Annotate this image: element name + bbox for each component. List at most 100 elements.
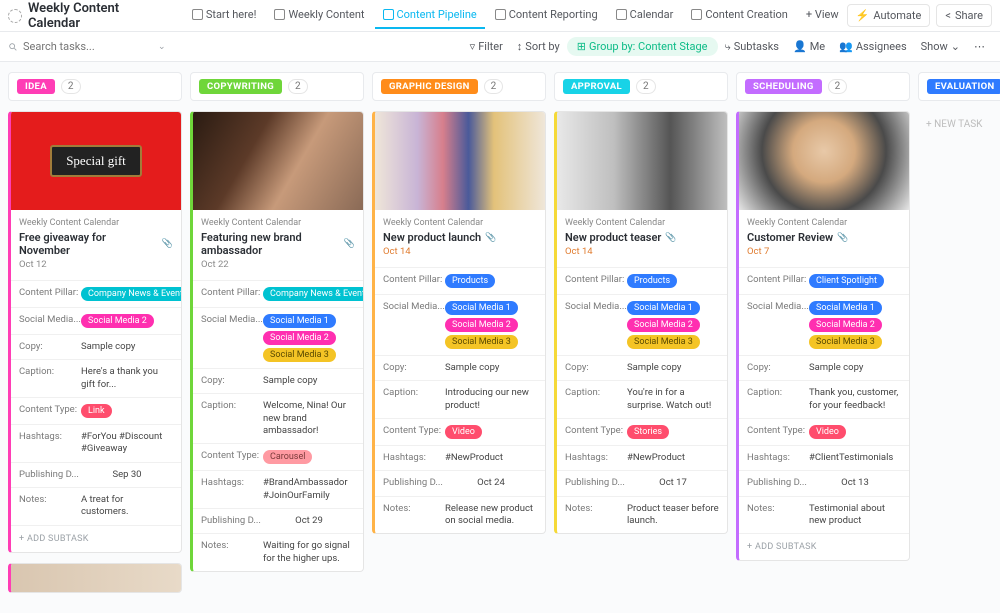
- card-title: Featuring new brand ambassador: [201, 231, 340, 257]
- column-copywriting: COPYWRITING 2 Weekly Content Calendar Fe…: [190, 72, 364, 603]
- field-value: Release new product on social media.: [445, 503, 537, 528]
- tab-content-reporting[interactable]: Content Reporting: [487, 2, 606, 29]
- stage-label: GRAPHIC DESIGN: [381, 79, 478, 94]
- field-value: Oct 24: [445, 477, 537, 489]
- card-thumbnail: [557, 112, 727, 210]
- card-date: Oct 7: [747, 246, 901, 257]
- field-label: Content Pillar:: [383, 274, 445, 286]
- field-label: Copy:: [565, 362, 627, 374]
- field-label: Hashtags:: [19, 431, 81, 443]
- task-card[interactable]: [8, 563, 182, 593]
- field-value: #ForYou #Discount #Giveaway: [81, 431, 173, 456]
- card-date: Oct 12: [19, 259, 173, 270]
- task-card[interactable]: Weekly Content Calendar Customer Review📎…: [736, 111, 910, 561]
- tab-content-pipeline[interactable]: Content Pipeline: [375, 2, 485, 29]
- add-subtask-button[interactable]: + ADD SUBTASK: [739, 533, 909, 560]
- stage-count: 2: [828, 79, 848, 94]
- task-card[interactable]: Weekly Content Calendar Featuring new br…: [190, 111, 364, 572]
- chevron-down-icon: ⌄: [951, 40, 960, 53]
- field-label: Social Media...: [565, 301, 627, 313]
- task-card[interactable]: Weekly Content Calendar New product teas…: [554, 111, 728, 534]
- assignees-button[interactable]: 👥Assignees: [832, 37, 914, 56]
- field-label: Content Type:: [201, 450, 263, 462]
- field-value: Oct 17: [627, 477, 719, 489]
- attachment-icon: 📎: [485, 233, 496, 243]
- more-button[interactable]: ⋯: [967, 37, 992, 56]
- card-date: Oct 14: [383, 246, 537, 257]
- tab-content-creation[interactable]: Content Creation: [683, 2, 796, 29]
- column-header[interactable]: IDEA 2: [8, 72, 182, 101]
- list-icon: [274, 9, 285, 20]
- tab-weekly-content[interactable]: Weekly Content: [266, 2, 372, 29]
- attachment-icon: 📎: [162, 239, 173, 249]
- tab-calendar[interactable]: Calendar: [608, 2, 682, 29]
- group-by-button[interactable]: ⊞Group by: Content Stage: [567, 37, 718, 56]
- column-header[interactable]: GRAPHIC DESIGN 2: [372, 72, 546, 101]
- column-header[interactable]: EVALUATION 0: [918, 72, 1000, 101]
- field-label: Copy:: [201, 375, 263, 387]
- pill-sm2: Social Media 2: [81, 314, 154, 328]
- field-label: Hashtags:: [565, 452, 627, 464]
- card-date: Oct 22: [201, 259, 355, 270]
- group-icon: ⊞: [577, 40, 586, 53]
- column-approval: APPROVAL 2 Weekly Content Calendar New p…: [554, 72, 728, 603]
- new-task-button[interactable]: + NEW TASK: [918, 111, 1000, 138]
- card-thumbnail: [193, 112, 363, 210]
- pill-products: Products: [627, 274, 677, 288]
- people-icon: 👥: [839, 40, 853, 53]
- add-subtask-button[interactable]: + ADD SUBTASK: [11, 525, 181, 552]
- field-value: Here's a thank you gift for...: [81, 366, 173, 391]
- column-header[interactable]: APPROVAL 2: [554, 72, 728, 101]
- subtasks-button[interactable]: ⤷Subtasks: [718, 37, 786, 57]
- search-box[interactable]: ⌄: [8, 40, 166, 53]
- show-button[interactable]: Show ⌄: [914, 37, 967, 56]
- field-label: Social Media...: [747, 301, 809, 313]
- card-thumbnail: [739, 112, 909, 210]
- breadcrumb: Weekly Content Calendar: [383, 218, 537, 228]
- field-label: Caption:: [383, 387, 445, 399]
- column-header[interactable]: SCHEDULING 2: [736, 72, 910, 101]
- tab-start-here[interactable]: Start here!: [184, 2, 265, 29]
- field-label: Caption:: [747, 387, 809, 399]
- subtask-icon: ⤷: [725, 40, 731, 54]
- task-card[interactable]: Special gift Weekly Content Calendar Fre…: [8, 111, 182, 553]
- card-title: New product teaser: [565, 231, 661, 244]
- kanban-board: IDEA 2 Special gift Weekly Content Calen…: [0, 62, 1000, 613]
- breadcrumb: Weekly Content Calendar: [565, 218, 719, 228]
- chevron-down-icon[interactable]: ⌄: [158, 42, 166, 52]
- field-value: Welcome, Nina! Our new brand ambassador!: [263, 400, 355, 437]
- person-icon: 👤: [793, 40, 807, 53]
- field-label: Content Type:: [19, 404, 81, 416]
- field-value: You're in for a surprise. Watch out!: [627, 387, 719, 412]
- field-label: Content Pillar:: [201, 287, 263, 299]
- card-thumbnail: [11, 564, 181, 593]
- bolt-icon: ⚡: [856, 9, 870, 22]
- pill-sm3: Social Media 3: [627, 335, 700, 349]
- list-icon: [691, 9, 702, 20]
- automate-button[interactable]: ⚡Automate: [847, 4, 931, 27]
- field-value: Sample copy: [81, 341, 135, 353]
- filter-button[interactable]: ▿Filter: [463, 37, 510, 56]
- card-title: New product launch: [383, 231, 481, 244]
- sort-icon: ↕: [517, 40, 523, 53]
- share-button[interactable]: <Share: [936, 4, 992, 27]
- pill-sm2: Social Media 2: [627, 318, 700, 332]
- task-card[interactable]: Weekly Content Calendar New product laun…: [372, 111, 546, 534]
- field-label: Caption:: [19, 366, 81, 378]
- pill-sm2: Social Media 2: [263, 331, 336, 345]
- field-value: A treat for customers.: [81, 494, 173, 519]
- attachment-icon: 📎: [665, 233, 676, 243]
- me-button[interactable]: 👤Me: [786, 37, 832, 56]
- add-view-button[interactable]: + View: [798, 2, 847, 29]
- sort-button[interactable]: ↕Sort by: [510, 37, 567, 56]
- column-header[interactable]: COPYWRITING 2: [190, 72, 364, 101]
- pill-video: Video: [809, 425, 846, 439]
- field-value: #NewProduct: [627, 452, 685, 464]
- pill-client-spotlight: Client Spotlight: [809, 274, 884, 288]
- pill-carousel: Carousel: [263, 450, 312, 464]
- toolbar: ⌄ ▿Filter ↕Sort by ⊞Group by: Content St…: [0, 32, 1000, 62]
- search-input[interactable]: [23, 40, 113, 53]
- field-value: Sample copy: [445, 362, 499, 374]
- stage-count: 2: [484, 79, 504, 94]
- field-label: Notes:: [383, 503, 445, 515]
